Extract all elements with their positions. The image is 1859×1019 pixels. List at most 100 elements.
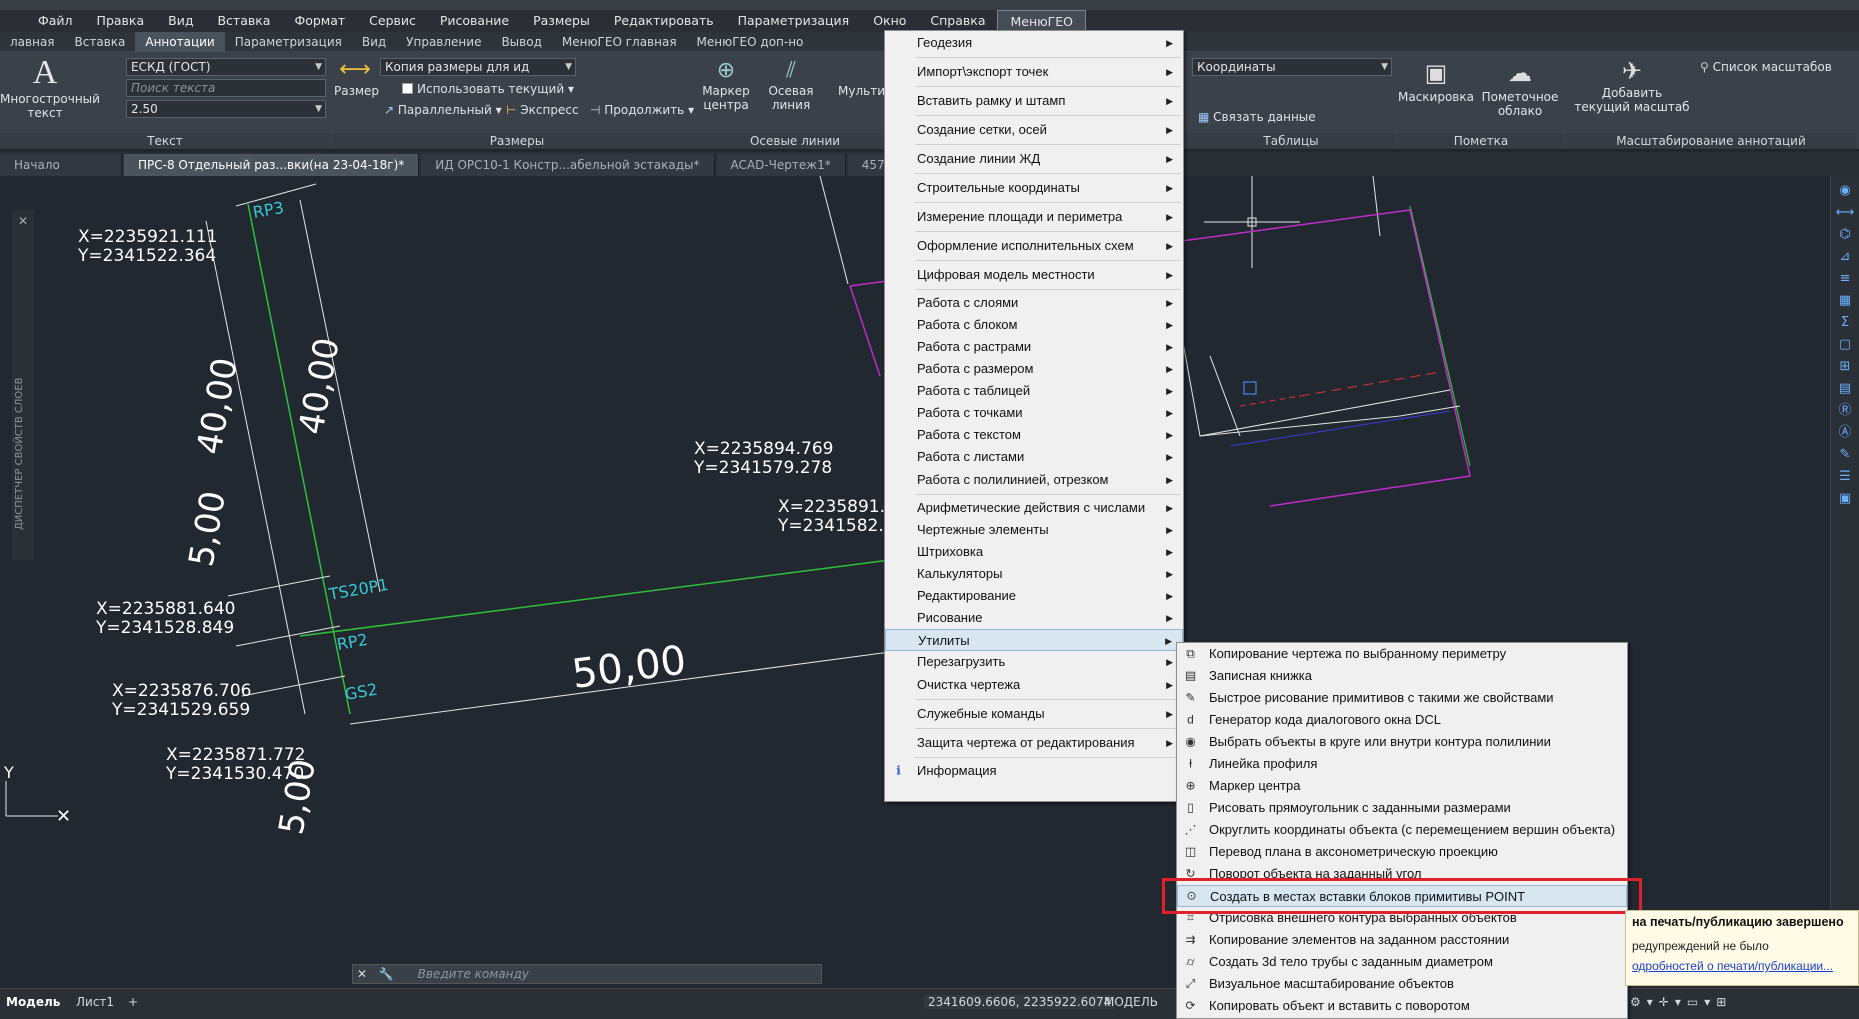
tab-output[interactable]: Вывод (491, 32, 551, 52)
right-tool-icon[interactable]: ◉ ⟷ ⌬ ⊿ ≡ ▦ Σ ▢ ⊞ ▤ Ⓡ Ⓐ ✎ ☰ ▣ (1831, 180, 1859, 510)
utilities-item[interactable]: ◉ Выбрать объекты в круге или внутри конт… (1177, 731, 1627, 753)
tab-insert[interactable]: Вставка (65, 32, 136, 52)
menugeo-item[interactable]: Цифровая модель местности ▶ (885, 263, 1183, 287)
cmd-wrench-icon[interactable]: 🔧 (375, 967, 398, 981)
tab-annotate[interactable]: Аннотации (135, 31, 225, 52)
center-marker-button[interactable]: ⊕ Маркер центра (702, 58, 750, 112)
doc-tab-id-ors[interactable]: ИД ОРС10-1 Констр...абельной эстакады* (421, 154, 715, 176)
tab-sheet1[interactable]: Лист1 (76, 995, 114, 1009)
tab-parametric[interactable]: Параметризация (225, 32, 352, 52)
menugeo-item[interactable]: Работа с текстом ▶ (885, 424, 1183, 446)
menugeo-item[interactable]: Работа с точками ▶ (885, 402, 1183, 424)
menugeo-item[interactable]: ℹ Информация (885, 760, 1183, 782)
menugeo-item[interactable]: Очистка чертежа ▶ (885, 673, 1183, 697)
menu-format[interactable]: Формат (282, 10, 357, 32)
tab-model[interactable]: Модель (6, 995, 60, 1009)
tab-view[interactable]: Вид (352, 32, 396, 52)
axis-line-button[interactable]: ⫽ Осевая линия (752, 58, 830, 112)
markup-panel-title[interactable]: Пометка (1398, 133, 1564, 149)
add-layout-icon[interactable]: + (128, 995, 138, 1009)
menugeo-item[interactable]: Оформление исполнительных схем ▶ (885, 234, 1183, 258)
express-dim-button[interactable]: ⊢ Экспресс (506, 103, 579, 117)
notification-link[interactable]: одробностей о печати/публикации... (1632, 959, 1833, 973)
menugeo-item[interactable]: Работа с слоями ▶ (885, 292, 1183, 314)
menugeo-item[interactable]: Импорт\экспорт точек ▶ (885, 60, 1183, 84)
multiline-text-button[interactable]: A Многострочный текст (0, 54, 100, 120)
menugeo-item[interactable]: Вставить рамку и штамп ▶ (885, 89, 1183, 113)
menugeo-item[interactable]: Утилиты ▶ (885, 629, 1183, 651)
status-icons[interactable]: ⚙▾✛▾▭▾⊞ (1630, 995, 1732, 1009)
tab-manage[interactable]: Управление (396, 32, 491, 52)
scale-list-button[interactable]: ⚲ Список масштабов (1700, 60, 1832, 74)
dim-panel-title[interactable]: Размеры (332, 133, 702, 149)
menugeo-item[interactable]: Работа с листами ▶ (885, 446, 1183, 468)
dimension-button[interactable]: ⟷ Размер (334, 56, 379, 98)
utilities-item[interactable]: ✎ Быстрое рисование примитивов с такими ж… (1177, 687, 1627, 709)
menugeo-item[interactable]: Служебные команды ▶ (885, 702, 1183, 726)
menu-edit[interactable]: Правка (85, 10, 157, 32)
menugeo-item[interactable]: Измерение площади и периметра ▶ (885, 205, 1183, 229)
continue-dim-button[interactable]: ⊣ Продолжить ▾ (590, 103, 694, 117)
menu-modify[interactable]: Редактировать (602, 10, 726, 32)
menugeo-item[interactable]: Перезагрузить ▶ (885, 651, 1183, 673)
menugeo-item[interactable]: Создание сетки, осей ▶ (885, 118, 1183, 142)
cmd-input[interactable]: Введите команду (402, 967, 529, 981)
status-mode[interactable]: МОДЕЛЬ (1104, 995, 1158, 1009)
menugeo-item[interactable]: Рисование ▶ (885, 607, 1183, 629)
utilities-item[interactable]: ▤ Записная книжка (1177, 665, 1627, 687)
menugeo-item[interactable]: Защита чертежа от редактирования ▶ (885, 731, 1183, 755)
utilities-item[interactable]: ⋰ Округлить координаты объекта (с перемещ… (1177, 819, 1627, 841)
utilities-item[interactable]: Ɨ Линейка профиля (1177, 753, 1627, 775)
text-panel-title[interactable]: Текст (0, 133, 330, 149)
utilities-item[interactable]: ⇉ Копирование элементов на заданном расст… (1177, 929, 1627, 951)
menu-window[interactable]: Окно (861, 10, 918, 32)
menu-parametric[interactable]: Параметризация (726, 10, 862, 32)
menugeo-item[interactable]: Чертежные элементы ▶ (885, 519, 1183, 541)
menu-view[interactable]: Вид (156, 10, 205, 32)
command-line[interactable]: ✕ 🔧 Введите команду (352, 964, 822, 984)
cmd-close-icon[interactable]: ✕ (353, 967, 371, 981)
menugeo-item[interactable]: Работа с растрами ▶ (885, 336, 1183, 358)
centerline-panel-title[interactable]: Осевые линии (702, 133, 888, 149)
menu-tools[interactable]: Сервис (357, 10, 428, 32)
menugeo-item[interactable]: Работа с полилинией, отрезком ▶ (885, 468, 1183, 492)
utilities-item[interactable]: ⤢ Визуальное масштабирование объектов (1177, 973, 1627, 995)
menugeo-item[interactable]: Строительные координаты ▶ (885, 176, 1183, 200)
menugeo-item[interactable]: Арифметические действия с числами ▶ (885, 497, 1183, 519)
coords-combo[interactable]: Координаты ▼ (1192, 58, 1392, 76)
text-height-combo[interactable]: 2.50 ▼ (126, 100, 326, 118)
utilities-item[interactable]: ◫ Перевод плана в аксонометрическую проек… (1177, 841, 1627, 863)
tab-home[interactable]: лавная (0, 32, 65, 52)
menu-file[interactable]: Файл (0, 10, 85, 32)
utilities-item[interactable]: ▯ Рисовать прямоугольник с заданными разм… (1177, 797, 1627, 819)
utilities-item[interactable]: ⌭ Создать 3d тело трубы с заданным диамет… (1177, 951, 1627, 973)
mask-button[interactable]: ▣ Маскировка (1398, 56, 1474, 104)
menugeo-item[interactable]: Калькуляторы ▶ (885, 563, 1183, 585)
scale-panel-title[interactable]: Масштабирование аннотаций (1566, 133, 1856, 149)
palette-close-icon[interactable]: ✕ (12, 214, 34, 228)
menu-draw[interactable]: Рисование (428, 10, 521, 32)
menu-insert[interactable]: Вставка (205, 10, 282, 32)
menu-dimension[interactable]: Размеры (521, 10, 602, 32)
menu-menugeo[interactable]: МенюГЕО (997, 10, 1087, 32)
revision-cloud-button[interactable]: ☁ Пометочное облако (1478, 56, 1562, 118)
multi-button[interactable]: Мульти (838, 84, 888, 98)
dim-style-combo[interactable]: Копия размеры для ид ▼ (380, 58, 576, 76)
text-search-input[interactable]: Поиск текста (126, 79, 326, 97)
menu-help[interactable]: Справка (918, 10, 997, 32)
parallel-dim-button[interactable]: ↗ Параллельный ▾ (384, 103, 502, 117)
layer-properties-palette[interactable]: ✕ ДИСПЕТЧЕР СВОЙСТВ СЛОЕВ (12, 210, 34, 560)
text-style-combo[interactable]: ЕСКД (ГОСТ) ▼ (126, 58, 326, 76)
menugeo-item[interactable]: Геодезия ▶ (885, 31, 1183, 55)
menugeo-item[interactable]: Штриховка ▶ (885, 541, 1183, 563)
print-notification[interactable]: на печать/публикацию завершено редупрежд… (1625, 910, 1859, 986)
utilities-item[interactable]: ⧉ Копирование чертежа по выбранному перим… (1177, 643, 1627, 665)
menugeo-item[interactable]: Редактирование ▶ (885, 585, 1183, 607)
doc-tab-prs8[interactable]: ПРС-8 Отдельный раз...вки(на 23-04-18г)* (124, 154, 420, 176)
menugeo-item[interactable]: Работа с размером ▶ (885, 358, 1183, 380)
tables-panel-title[interactable]: Таблицы (1186, 133, 1396, 149)
menugeo-item[interactable]: Создание линии ЖД ▶ (885, 147, 1183, 171)
utilities-item[interactable]: d Генератор кода диалогового окна DCL (1177, 709, 1627, 731)
link-data-button[interactable]: ▦ Связать данные (1198, 110, 1316, 124)
add-scale-button[interactable]: ✈ Добавить текущий масштаб (1570, 56, 1694, 114)
